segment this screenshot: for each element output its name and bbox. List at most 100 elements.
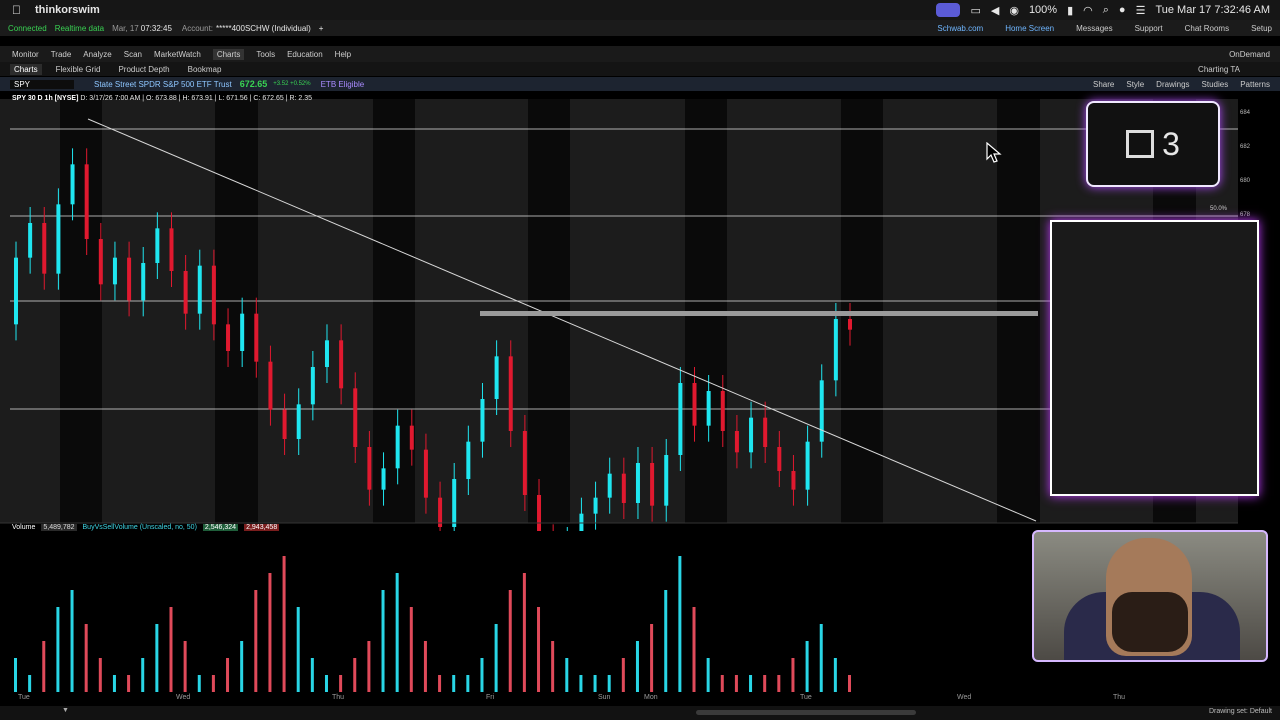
horizontal-scrollbar[interactable] bbox=[696, 710, 916, 715]
volume-bar bbox=[607, 675, 611, 692]
candle-body bbox=[763, 417, 768, 447]
link-setup[interactable]: Setup bbox=[1251, 24, 1272, 33]
volume-bar bbox=[381, 590, 385, 692]
x-tick: Sun bbox=[598, 694, 611, 701]
volume-bar bbox=[268, 573, 272, 692]
candle-body bbox=[310, 367, 315, 405]
display-icon[interactable]: ▭ bbox=[970, 4, 980, 17]
candle-body bbox=[678, 383, 683, 455]
candle-body bbox=[339, 340, 344, 389]
account-selector[interactable]: *****400SCHW (Individual) bbox=[216, 24, 311, 33]
menu-analyze[interactable]: Analyze bbox=[83, 50, 111, 59]
volume-bar bbox=[480, 658, 484, 692]
volume-value: 5,489,782 bbox=[41, 524, 77, 531]
patterns-button[interactable]: Patterns bbox=[1240, 80, 1270, 89]
main-menu: Monitor Trade Analyze Scan MarketWatch C… bbox=[0, 46, 1280, 62]
candle-body bbox=[112, 257, 117, 285]
account-label: Account: bbox=[181, 23, 214, 33]
status-links: Schwab.com Home Screen Messages Support … bbox=[929, 24, 1272, 33]
add-icon[interactable]: + bbox=[319, 24, 324, 33]
volume-bar bbox=[734, 675, 738, 692]
menu-tools[interactable]: Tools bbox=[256, 50, 275, 59]
volume-bar bbox=[452, 675, 456, 692]
expand-icon[interactable]: ▼ bbox=[62, 707, 69, 714]
drawings-button[interactable]: Drawings bbox=[1156, 80, 1189, 89]
buy-sell-study[interactable]: BuyVsSellVolume (Unscaled, no, 50) bbox=[83, 524, 197, 531]
volume-bar bbox=[777, 675, 781, 692]
y-tick: 678 bbox=[1240, 212, 1251, 218]
playback-icon[interactable]: ◉ bbox=[1009, 4, 1019, 17]
candle-body bbox=[607, 473, 612, 498]
candle-body bbox=[621, 473, 626, 503]
candle-body bbox=[14, 257, 18, 325]
volume-bar bbox=[367, 641, 371, 692]
studies-button[interactable]: Studies bbox=[1202, 80, 1229, 89]
candle-body bbox=[423, 449, 428, 498]
control-center-icon[interactable]: ☰ bbox=[1136, 4, 1146, 17]
candle-body bbox=[480, 399, 485, 442]
search-icon[interactable]: ⌕ bbox=[1103, 4, 1109, 17]
subtab-flexible-grid[interactable]: Flexible Grid bbox=[52, 64, 105, 75]
volume-icon[interactable]: ◀ bbox=[991, 4, 999, 17]
candle-body bbox=[706, 391, 711, 426]
candle-body bbox=[848, 319, 852, 330]
volume-bar bbox=[84, 624, 88, 692]
session-band bbox=[60, 99, 102, 523]
x-tick: Tue bbox=[18, 694, 30, 701]
candle-body bbox=[791, 471, 796, 490]
user-icon[interactable]: ● bbox=[1119, 4, 1126, 16]
session-band bbox=[373, 99, 415, 523]
battery-icon[interactable]: ▮ bbox=[1067, 4, 1073, 17]
symbol-input[interactable]: SPY bbox=[10, 79, 74, 89]
counter-value: 3 bbox=[1162, 125, 1180, 162]
charting-ta-label[interactable]: Charting TA bbox=[1198, 65, 1240, 74]
ohlc-readout: D: 3/17/26 7:00 AM | O: 673.88 | H: 673.… bbox=[80, 95, 313, 102]
volume-bar bbox=[635, 641, 639, 692]
volume-bar bbox=[28, 675, 32, 692]
candle-body bbox=[353, 388, 358, 447]
candle-body bbox=[409, 425, 414, 450]
candle-body bbox=[211, 265, 216, 325]
link-support[interactable]: Support bbox=[1135, 24, 1163, 33]
volume-bar bbox=[240, 641, 244, 692]
link-home-screen[interactable]: Home Screen bbox=[1005, 24, 1054, 33]
volume-bar bbox=[423, 641, 427, 692]
menu-education[interactable]: Education bbox=[287, 50, 323, 59]
volume-bar bbox=[353, 658, 357, 692]
volume-bar bbox=[791, 658, 795, 692]
link-messages[interactable]: Messages bbox=[1076, 24, 1112, 33]
apple-icon[interactable]:  bbox=[12, 3, 21, 17]
subtab-charts[interactable]: Charts bbox=[10, 63, 42, 75]
drawing-set[interactable]: Drawing set: Default bbox=[1209, 708, 1272, 715]
subtab-bookmap[interactable]: Bookmap bbox=[184, 64, 226, 75]
candle-body bbox=[56, 204, 61, 274]
candle-body bbox=[98, 239, 103, 285]
share-button[interactable]: Share bbox=[1093, 80, 1114, 89]
overlay-frame bbox=[1050, 220, 1259, 496]
menu-monitor[interactable]: Monitor bbox=[12, 50, 39, 59]
screen-record-icon[interactable] bbox=[936, 3, 961, 17]
candle-body bbox=[805, 441, 810, 490]
y-tick: 682 bbox=[1240, 144, 1251, 150]
style-button[interactable]: Style bbox=[1126, 80, 1144, 89]
volume-bar bbox=[254, 590, 258, 692]
wifi-icon[interactable]: ◠ bbox=[1083, 4, 1093, 17]
candle-body bbox=[268, 361, 273, 410]
link-schwab[interactable]: Schwab.com bbox=[937, 24, 983, 33]
menu-trade[interactable]: Trade bbox=[51, 50, 72, 59]
candle-body bbox=[579, 513, 584, 531]
menubar-datetime[interactable]: Tue Mar 17 7:32:46 AM bbox=[1155, 4, 1270, 16]
app-name[interactable]: thinkorswim bbox=[35, 4, 100, 16]
menu-help[interactable]: Help bbox=[335, 50, 351, 59]
volume-bar bbox=[650, 624, 654, 692]
volume-bar bbox=[211, 675, 215, 692]
link-chat-rooms[interactable]: Chat Rooms bbox=[1185, 24, 1229, 33]
menu-marketwatch[interactable]: MarketWatch bbox=[154, 50, 201, 59]
symbol-toolbar: SPY State Street SPDR S&P 500 ETF Trust … bbox=[0, 77, 1280, 91]
candle-body bbox=[692, 383, 697, 426]
menu-charts[interactable]: Charts bbox=[212, 48, 245, 60]
subtab-product-depth[interactable]: Product Depth bbox=[114, 64, 173, 75]
counter-icon bbox=[1126, 130, 1155, 158]
ondemand-button[interactable]: OnDemand bbox=[1229, 50, 1270, 59]
menu-scan[interactable]: Scan bbox=[124, 50, 142, 59]
